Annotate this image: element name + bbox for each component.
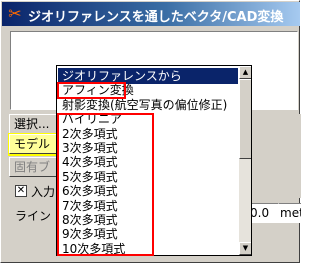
select-button[interactable]: 選択...: [9, 114, 61, 134]
window-title: ジオリファレンスを通したベクタ/CAD変換: [28, 10, 284, 25]
dropdown-scrollbar[interactable]: ▲ ▼: [239, 66, 251, 255]
scroll-up-icon[interactable]: ▲: [239, 66, 251, 79]
scroll-thumb[interactable]: [239, 79, 251, 159]
line-label: ライン: [15, 209, 52, 223]
checkbox[interactable]: ✕: [15, 185, 27, 197]
model-button[interactable]: モデル: [9, 134, 61, 154]
polynomial-highlight-box: [57, 113, 154, 256]
disabled-button: 固有ブ: [9, 157, 61, 177]
right-panel-area: [253, 114, 301, 198]
title-bar: ✂ ジオリファレンスを通したベクタ/CAD変換: [2, 2, 300, 26]
checkbox-label: 入力: [31, 185, 56, 199]
app-window: ✂ ジオリファレンスを通したベクタ/CAD変換 選択... モデル 固有ブ ✕ …: [0, 0, 301, 263]
affine-highlight-box: [57, 82, 126, 99]
unit-field[interactable]: met: [279, 203, 301, 223]
scroll-down-icon[interactable]: ▼: [239, 242, 251, 255]
app-icon: ✂: [8, 4, 22, 23]
